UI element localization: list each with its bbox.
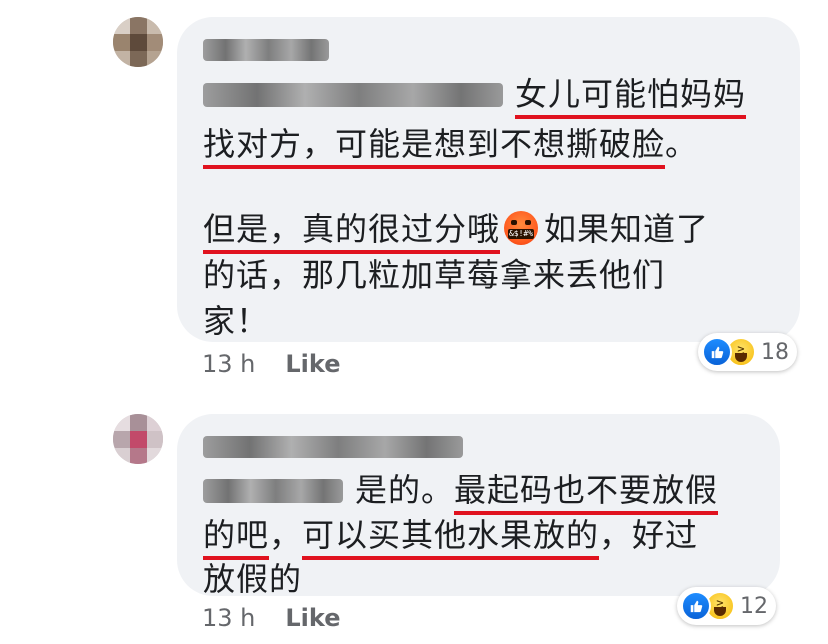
author-name[interactable] — [203, 436, 468, 458]
timestamp[interactable]: 13 h — [202, 604, 255, 632]
mention-tag[interactable] — [203, 479, 343, 503]
avatar[interactable] — [113, 414, 163, 464]
reaction-count: 12 — [740, 593, 768, 619]
reaction-summary[interactable]: > < 12 — [677, 587, 776, 625]
like-button[interactable]: Like — [285, 604, 340, 632]
comment-text-line-1: 是的。最起码也不要放假 — [203, 470, 719, 515]
like-reaction-icon — [702, 337, 732, 367]
comment-bubble: 是的。最起码也不要放假 的吧，可以买其他水果放的，好过 放假的 — [177, 414, 780, 598]
like-reaction-icon — [681, 591, 711, 621]
comment-text-line-3: 放假的 — [203, 560, 303, 598]
comment-meta: 13 h Like — [202, 604, 341, 632]
comment-2: 是的。最起码也不要放假 的吧，可以买其他水果放的，好过 放假的 > < 12 1… — [0, 0, 828, 644]
comment-text-line-2: 的吧，可以买其他水果放的，好过 — [203, 515, 698, 560]
